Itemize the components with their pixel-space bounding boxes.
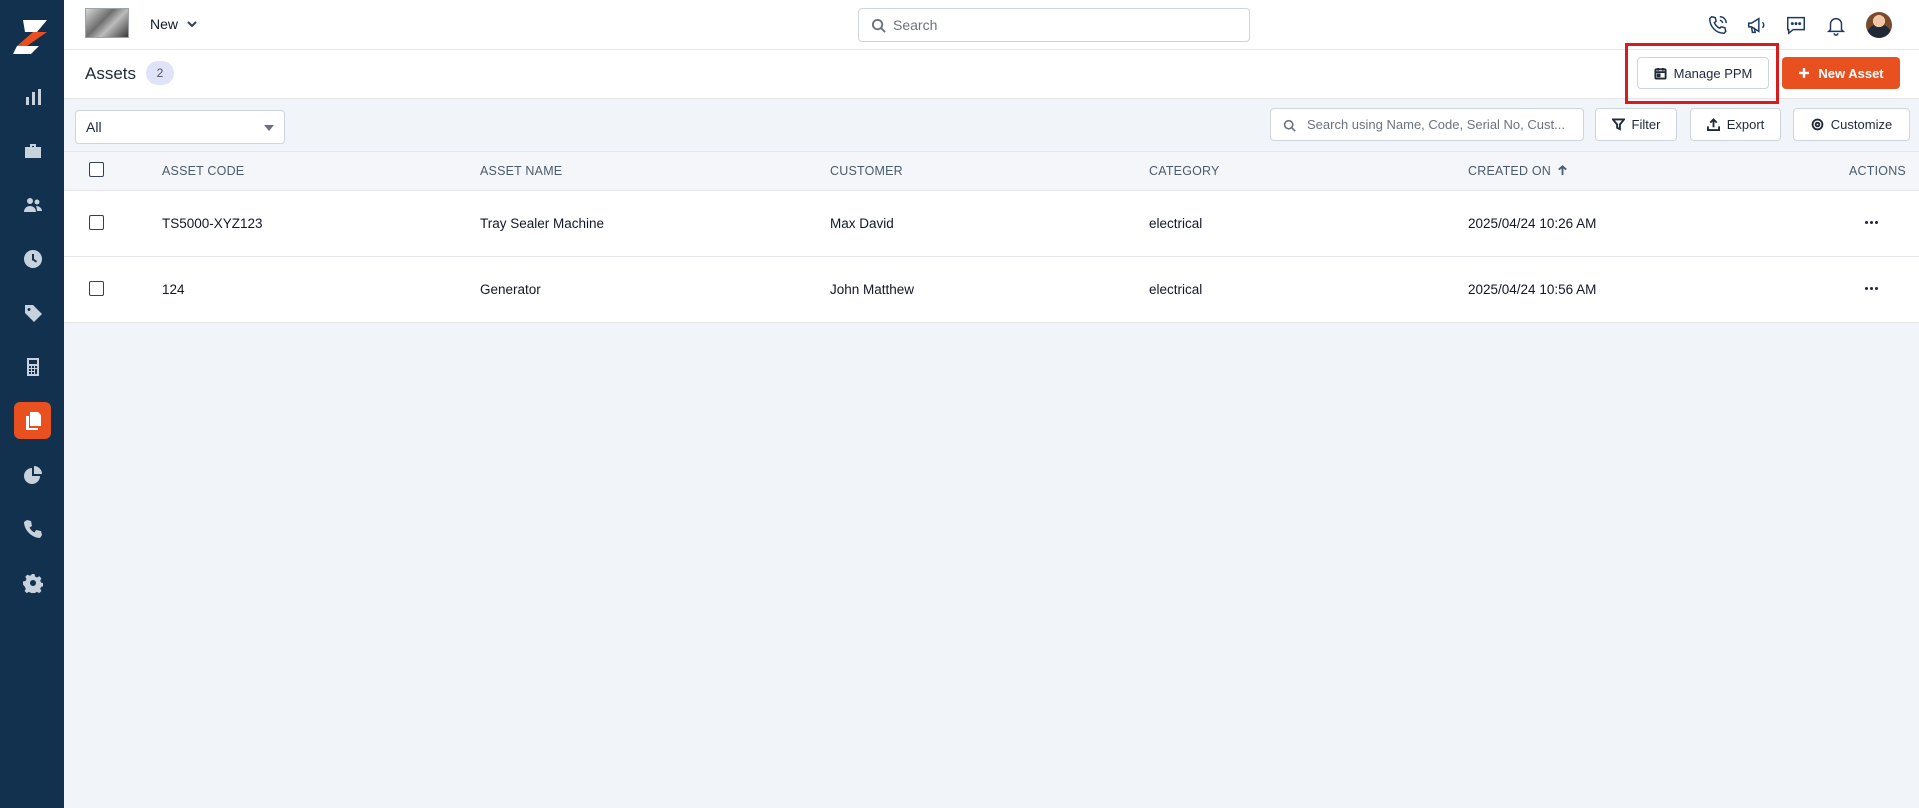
column-header-category[interactable]: CATEGORY — [1149, 164, 1220, 178]
app-logo[interactable] — [13, 18, 51, 56]
sidebar-item-jobs[interactable] — [14, 132, 51, 169]
chevron-down-icon — [187, 21, 197, 28]
sidebar-item-calls[interactable] — [14, 510, 51, 547]
workspace-select[interactable]: New — [150, 16, 198, 32]
sidebar-item-customers[interactable] — [14, 186, 51, 223]
sidebar-item-settings[interactable] — [14, 564, 51, 601]
table-row[interactable]: 124 Generator John Matthew electrical 20… — [64, 257, 1919, 323]
column-header-asset-code[interactable]: ASSET CODE — [162, 164, 244, 178]
workspace-label: New — [150, 16, 179, 32]
caret-down-icon — [264, 125, 274, 131]
sidebar-item-reports[interactable] — [14, 456, 51, 493]
sidebar-item-timesheets[interactable] — [14, 240, 51, 277]
customize-button[interactable]: Customize — [1793, 108, 1910, 141]
workspace-thumbnail[interactable] — [85, 8, 129, 38]
created-on-cell: 2025/04/24 10:26 AM — [1468, 216, 1597, 231]
notifications-button[interactable] — [1823, 12, 1849, 38]
search-icon — [1283, 119, 1296, 132]
pie-chart-icon — [23, 465, 42, 484]
bar-chart-icon — [25, 88, 41, 105]
global-search[interactable] — [858, 8, 1250, 42]
sidebar-item-pricing[interactable] — [14, 294, 51, 331]
clock-icon — [23, 249, 42, 268]
export-button[interactable]: Export — [1690, 108, 1781, 141]
category-cell: electrical — [1149, 216, 1203, 231]
phone-call-icon — [1709, 15, 1727, 34]
megaphone-icon — [1748, 17, 1765, 34]
table-header: ASSET CODE ASSET NAME CUSTOMER CATEGORY … — [64, 151, 1919, 191]
customer-cell: Max David — [830, 216, 894, 231]
upload-icon — [1706, 118, 1720, 131]
asset-search[interactable] — [1270, 108, 1584, 141]
column-header-created-on[interactable]: CREATED ON — [1468, 164, 1568, 178]
sidebar — [0, 0, 64, 808]
table-row[interactable]: TS5000-XYZ123 Tray Sealer Machine Max Da… — [64, 191, 1919, 257]
category-cell: electrical — [1149, 282, 1203, 297]
phone-call-button[interactable] — [1705, 12, 1731, 38]
view-filter-value: All — [86, 119, 102, 135]
announcements-button[interactable] — [1744, 12, 1770, 38]
row-checkbox[interactable] — [89, 215, 104, 230]
documents-icon — [25, 411, 41, 430]
row-checkbox[interactable] — [89, 281, 104, 296]
new-asset-label: New Asset — [1818, 65, 1884, 81]
plus-icon — [1799, 68, 1810, 78]
asset-search-input[interactable] — [1307, 117, 1577, 132]
asset-name-cell: Generator — [480, 282, 541, 297]
asset-code-cell: TS5000-XYZ123 — [162, 216, 263, 231]
page-title: Assets — [85, 64, 137, 83]
filter-icon — [1611, 118, 1625, 131]
asset-name-cell: Tray Sealer Machine — [480, 216, 605, 231]
column-header-asset-name[interactable]: ASSET NAME — [480, 164, 562, 178]
gear-icon — [22, 573, 43, 593]
users-icon — [23, 197, 42, 212]
asset-code-cell: 124 — [162, 282, 185, 297]
new-asset-button[interactable]: New Asset — [1782, 57, 1900, 89]
global-search-input[interactable] — [893, 17, 1249, 33]
arrow-up-icon — [1558, 165, 1567, 176]
more-dots-icon — [1864, 286, 1868, 290]
more-dots-icon — [1864, 220, 1868, 224]
view-filter-select[interactable]: All — [75, 110, 285, 144]
chat-icon — [1787, 16, 1805, 35]
sidebar-item-dashboard[interactable] — [14, 78, 51, 115]
briefcase-icon — [24, 143, 41, 158]
export-label: Export — [1726, 117, 1765, 132]
row-actions-button[interactable] — [1860, 279, 1882, 297]
created-on-cell: 2025/04/24 10:56 AM — [1468, 282, 1597, 297]
filter-label: Filter — [1631, 117, 1661, 132]
tag-icon — [24, 304, 42, 322]
highlight-box — [1625, 43, 1779, 104]
customer-cell: John Matthew — [830, 282, 915, 297]
calculator-icon — [26, 357, 39, 376]
customize-label: Customize — [1830, 117, 1893, 132]
column-header-customer[interactable]: CUSTOMER — [830, 164, 903, 178]
gear-icon — [1811, 118, 1824, 131]
column-header-actions: ACTIONS — [1849, 164, 1906, 178]
select-all-checkbox[interactable] — [89, 162, 104, 177]
assets-table: ASSET CODE ASSET NAME CUSTOMER CATEGORY … — [64, 151, 1919, 323]
asset-count-badge: 2 — [146, 61, 174, 85]
sidebar-item-assets[interactable] — [14, 402, 51, 439]
search-icon — [871, 18, 886, 33]
user-avatar[interactable] — [1866, 12, 1892, 38]
chat-button[interactable] — [1783, 12, 1809, 38]
row-actions-button[interactable] — [1860, 213, 1882, 231]
bell-icon — [1826, 17, 1846, 36]
sidebar-item-invoices[interactable] — [14, 348, 51, 385]
filter-button[interactable]: Filter — [1595, 108, 1677, 141]
phone-icon — [23, 519, 42, 538]
created-on-label: CREATED ON — [1468, 164, 1552, 178]
